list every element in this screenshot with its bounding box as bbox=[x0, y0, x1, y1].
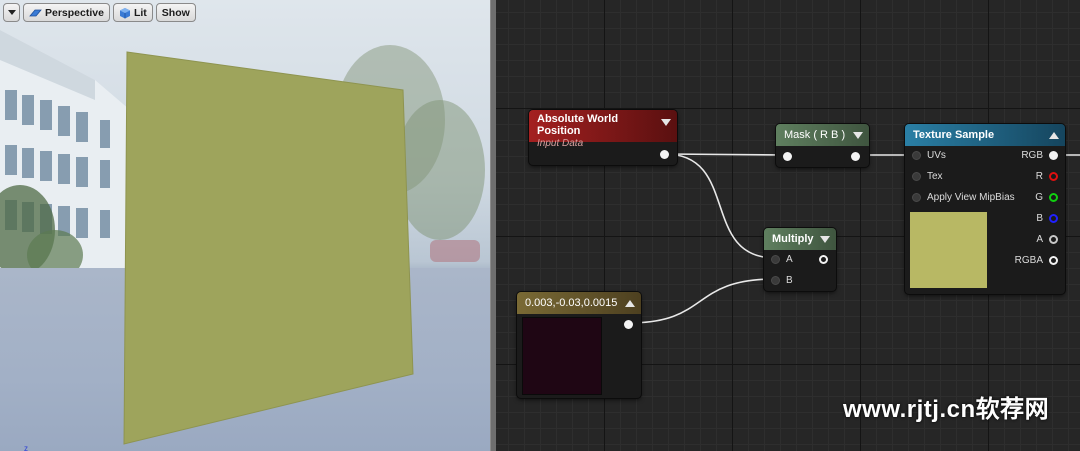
output-pin-r[interactable] bbox=[1049, 171, 1058, 181]
mask-node[interactable]: Mask ( R B ) bbox=[776, 124, 869, 167]
node-title: Multiply bbox=[772, 233, 814, 245]
node-header: Texture Sample bbox=[905, 124, 1065, 146]
pin-label: G bbox=[1035, 191, 1043, 203]
input-pin-uvs[interactable] bbox=[912, 150, 921, 160]
output-pin-row bbox=[819, 252, 828, 266]
absolute-world-position-node[interactable]: Absolute World Position Input Data bbox=[529, 110, 677, 165]
output-pin-rgba-row: RGBA bbox=[1015, 253, 1058, 267]
input-pin-tex-row: Tex bbox=[912, 169, 943, 183]
lit-cube-icon bbox=[119, 7, 130, 18]
collapse-arrow-icon[interactable] bbox=[1049, 131, 1059, 139]
show-button[interactable]: Show bbox=[155, 3, 196, 22]
texture-preview-swatch bbox=[910, 212, 987, 288]
pin-label: A bbox=[1036, 233, 1043, 245]
input-pin-mipbias[interactable] bbox=[912, 192, 921, 202]
collapse-arrow-icon[interactable] bbox=[853, 131, 863, 139]
input-pin-b[interactable] bbox=[771, 275, 780, 285]
output-pin-row bbox=[660, 147, 669, 161]
viewport-options-button[interactable] bbox=[3, 3, 20, 22]
pin-label: B bbox=[1036, 212, 1043, 224]
input-pin-a-row: A bbox=[771, 252, 793, 266]
node-header: Absolute World Position Input Data bbox=[529, 110, 677, 149]
node-title: Mask ( R B ) bbox=[784, 129, 846, 141]
node-subtitle: Input Data bbox=[537, 138, 584, 149]
chevron-down-icon bbox=[7, 10, 16, 15]
pin-label: UVs bbox=[927, 149, 946, 161]
pin-label: R bbox=[1035, 170, 1043, 182]
node-header: 0.003,-0.03,0.0015 bbox=[517, 292, 641, 314]
output-pin[interactable] bbox=[819, 254, 828, 264]
node-title: Absolute World Position bbox=[537, 113, 619, 137]
perspective-button[interactable]: Perspective bbox=[23, 3, 110, 22]
constant-preview-swatch bbox=[522, 317, 602, 395]
perspective-icon bbox=[29, 9, 42, 16]
output-pin-b[interactable] bbox=[1049, 213, 1058, 223]
input-pin-tex[interactable] bbox=[912, 171, 921, 181]
pin-label: B bbox=[786, 274, 793, 286]
axis-gizmo-label: z bbox=[24, 444, 28, 451]
output-pin-row bbox=[851, 149, 860, 163]
pin-label: RGB bbox=[1021, 149, 1043, 161]
output-pin-b-row: B bbox=[1036, 211, 1058, 225]
collapse-arrow-icon[interactable] bbox=[625, 299, 635, 307]
input-pin-mipbias-row: Apply View MipBias bbox=[912, 190, 1015, 204]
level-viewport[interactable]: Perspective Lit Show z bbox=[0, 0, 490, 451]
show-label: Show bbox=[161, 6, 190, 19]
input-pin-a[interactable] bbox=[771, 254, 780, 264]
input-pin-uvs-row: UVs bbox=[912, 148, 946, 162]
output-pin-rgba[interactable] bbox=[1049, 255, 1058, 265]
pin-label: A bbox=[786, 253, 793, 265]
node-title: Texture Sample bbox=[913, 129, 995, 141]
output-pin-rgb[interactable] bbox=[1049, 150, 1058, 160]
node-header: Mask ( R B ) bbox=[776, 124, 869, 146]
output-pin-a[interactable] bbox=[1049, 234, 1058, 244]
perspective-label: Perspective bbox=[45, 6, 104, 19]
output-pin-g[interactable] bbox=[1049, 192, 1058, 202]
multiply-node[interactable]: Multiply A B bbox=[764, 228, 836, 291]
material-preview-plane[interactable] bbox=[0, 0, 490, 451]
viewport-toolbar: Perspective Lit Show bbox=[3, 3, 196, 23]
node-title: 0.003,-0.03,0.0015 bbox=[525, 297, 618, 309]
output-pin-g-row: G bbox=[1035, 190, 1058, 204]
input-pin-b-row: B bbox=[771, 273, 793, 287]
lit-label: Lit bbox=[133, 6, 147, 19]
output-pin-rgb-row: RGB bbox=[1021, 148, 1058, 162]
pin-label: Tex bbox=[927, 170, 943, 182]
collapse-arrow-icon[interactable] bbox=[820, 235, 830, 243]
input-pin[interactable] bbox=[783, 151, 792, 161]
output-pin[interactable] bbox=[660, 149, 669, 159]
node-header: Multiply bbox=[764, 228, 836, 250]
input-pin-row bbox=[783, 149, 792, 163]
output-pin[interactable] bbox=[624, 319, 633, 329]
output-pin-a-row: A bbox=[1036, 232, 1058, 246]
output-pin[interactable] bbox=[851, 151, 860, 161]
output-pin-r-row: R bbox=[1036, 169, 1058, 183]
pin-label: RGBA bbox=[1014, 254, 1043, 266]
output-pin-row bbox=[624, 317, 633, 331]
watermark: www.rjtj.cn软荐网 bbox=[843, 396, 1050, 423]
texture-sample-node[interactable]: Texture Sample UVs Tex Apply View MipBia… bbox=[905, 124, 1065, 294]
pin-label: Apply View MipBias bbox=[927, 191, 1015, 203]
constant3-vector-node[interactable]: 0.003,-0.03,0.0015 bbox=[517, 292, 641, 398]
lit-button[interactable]: Lit bbox=[112, 3, 153, 22]
collapse-arrow-icon[interactable] bbox=[661, 119, 671, 126]
